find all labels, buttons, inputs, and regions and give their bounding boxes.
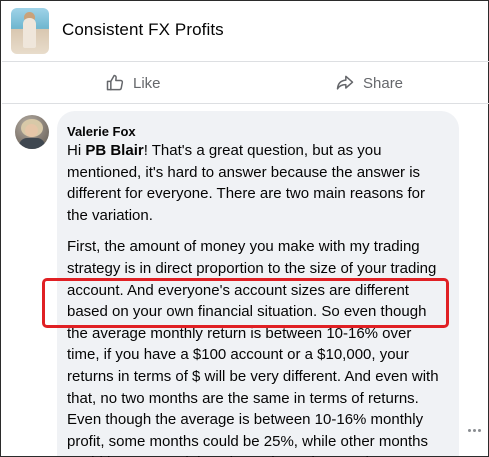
- comment-bubble: Valerie Fox Hi PB Blair! That's a great …: [57, 111, 459, 457]
- comment-greeting: Hi: [67, 142, 86, 159]
- mention-link[interactable]: PB Blair: [85, 142, 143, 159]
- group-header: Consistent FX Profits: [2, 2, 489, 62]
- post-actions: Like Share: [2, 62, 489, 104]
- group-title[interactable]: Consistent FX Profits: [62, 20, 224, 40]
- like-label: Like: [133, 74, 161, 92]
- more-options-icon[interactable]: [465, 421, 483, 439]
- comment-author[interactable]: Valerie Fox: [67, 124, 447, 139]
- comment-text: Hi PB Blair! That's a great question, bu…: [67, 140, 447, 457]
- more-dot: [467, 428, 471, 432]
- comment-paragraph-2: First, the amount of money you make with…: [67, 238, 439, 457]
- post-frame: Consistent FX Profits Like Share Valerie…: [0, 0, 489, 457]
- group-avatar-figure: [23, 18, 36, 48]
- share-button[interactable]: Share: [335, 62, 403, 104]
- thumbs-up-icon: [106, 74, 124, 91]
- comment-paragraph-1: Hi PB Blair! That's a great question, bu…: [67, 140, 447, 226]
- more-dot: [472, 428, 476, 432]
- commenter-avatar[interactable]: [15, 115, 49, 149]
- avatar-shirt: [19, 138, 45, 149]
- avatar-face: [25, 124, 38, 137]
- group-avatar[interactable]: [11, 8, 49, 54]
- like-button[interactable]: Like: [105, 62, 161, 104]
- more-dot: [477, 428, 481, 432]
- share-arrow-icon: [336, 75, 354, 90]
- share-label: Share: [363, 74, 404, 92]
